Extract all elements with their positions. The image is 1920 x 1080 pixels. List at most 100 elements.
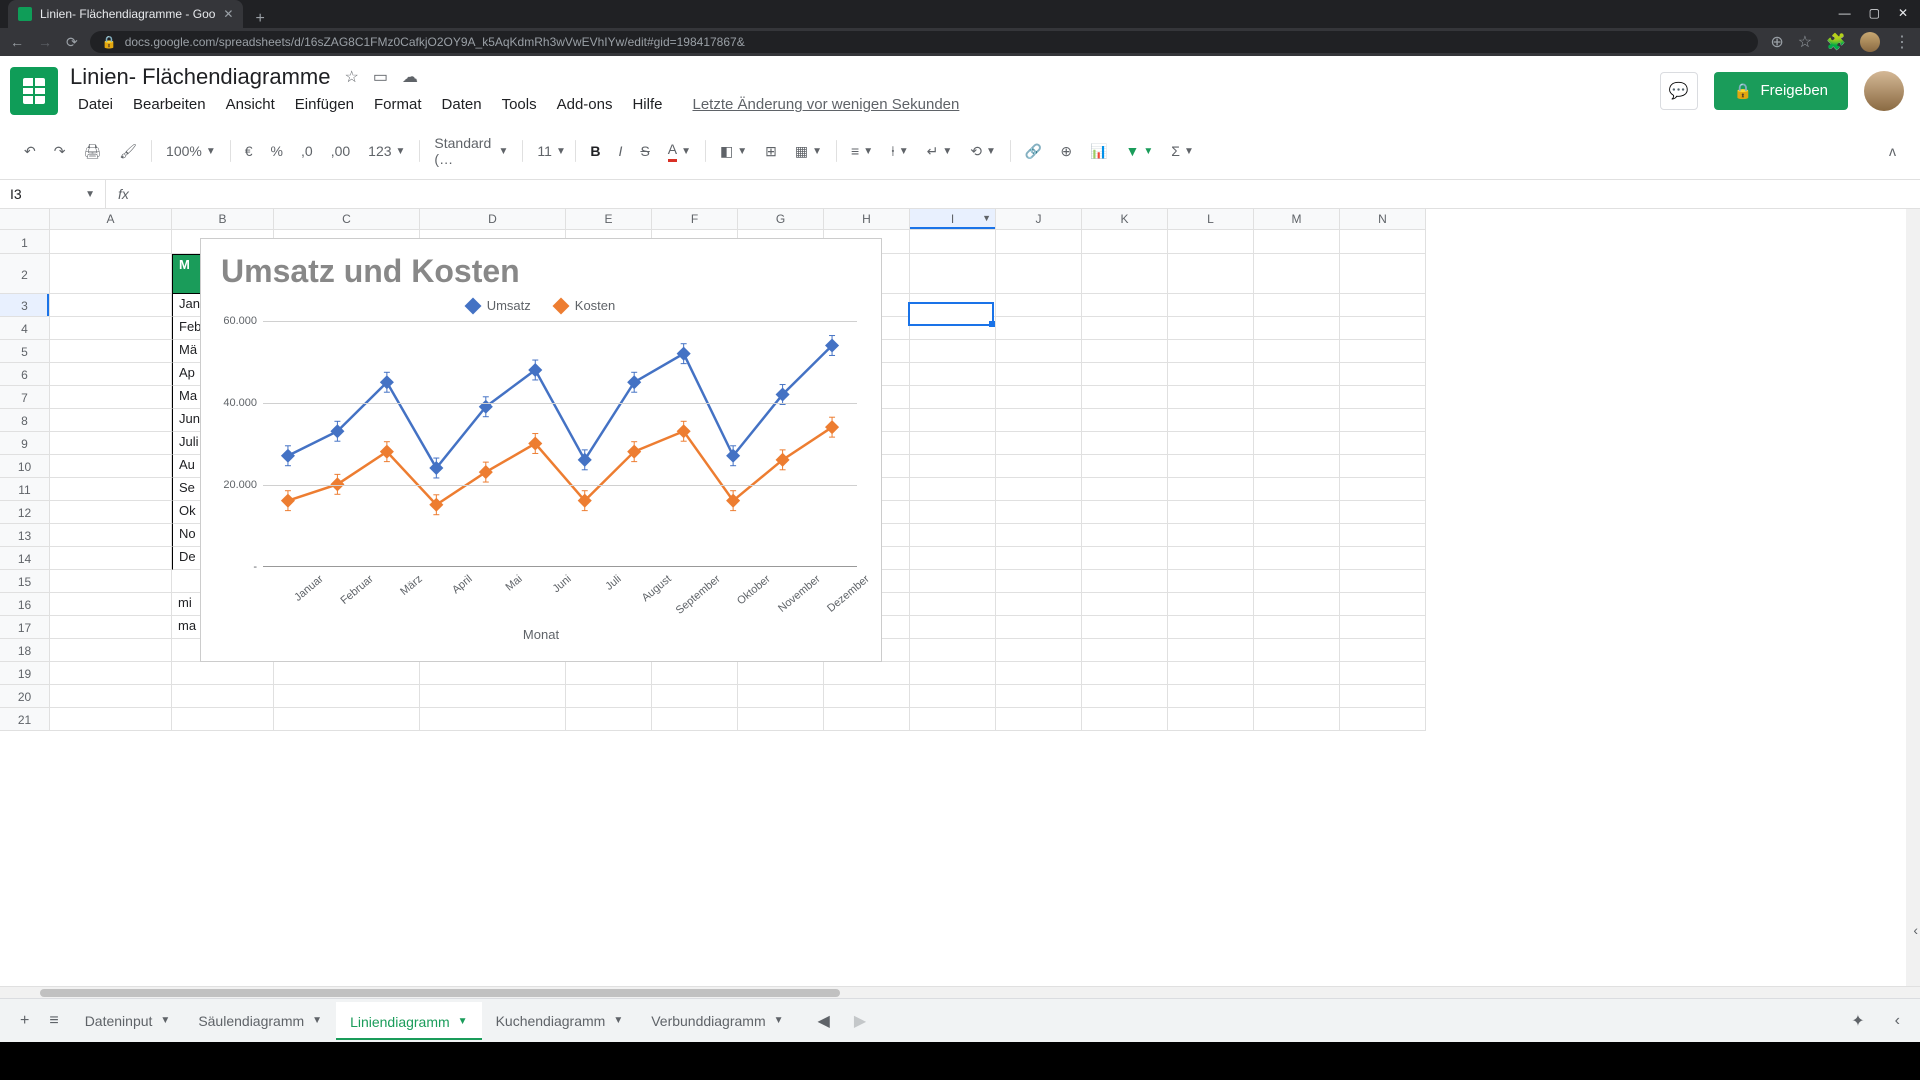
cell[interactable] <box>50 254 172 294</box>
side-panel-toggle[interactable]: ‹ <box>1913 922 1918 938</box>
cell[interactable] <box>910 639 996 662</box>
cell[interactable] <box>996 386 1082 409</box>
cell[interactable] <box>1168 455 1254 478</box>
explore-button[interactable]: ✦ <box>1843 1003 1872 1039</box>
all-sheets-button[interactable]: ≡ <box>41 1004 66 1038</box>
sheet-tab[interactable]: Säulendiagramm▼ <box>184 1002 336 1040</box>
cell[interactable] <box>1340 662 1426 685</box>
cell[interactable] <box>1082 317 1168 340</box>
cell[interactable] <box>652 662 738 685</box>
cell[interactable] <box>1340 524 1426 547</box>
cell[interactable] <box>996 685 1082 708</box>
extensions-icon[interactable]: 🧩 <box>1826 32 1846 52</box>
col-header[interactable]: L <box>1168 209 1254 230</box>
cell[interactable] <box>1082 685 1168 708</box>
cell[interactable] <box>996 616 1082 639</box>
menu-tools[interactable]: Tools <box>494 92 545 117</box>
menu-view[interactable]: Ansicht <box>218 92 283 117</box>
percent-button[interactable]: % <box>263 137 291 165</box>
row-header[interactable]: 14 <box>0 547 50 570</box>
row-header[interactable]: 18 <box>0 639 50 662</box>
cell[interactable] <box>824 662 910 685</box>
profile-avatar-small[interactable] <box>1860 32 1880 52</box>
cell[interactable] <box>50 524 172 547</box>
cell[interactable] <box>910 616 996 639</box>
forward-icon[interactable]: → <box>38 34 52 51</box>
cell[interactable] <box>1254 363 1340 386</box>
cell[interactable] <box>1168 478 1254 501</box>
col-header[interactable]: F <box>652 209 738 230</box>
cell[interactable] <box>1254 685 1340 708</box>
wrap-button[interactable]: ↵▼ <box>919 137 961 166</box>
cell[interactable] <box>1254 386 1340 409</box>
row-header[interactable]: 7 <box>0 386 50 409</box>
menu-insert[interactable]: Einfügen <box>287 92 362 117</box>
cell[interactable] <box>910 455 996 478</box>
add-sheet-button[interactable]: + <box>12 1004 37 1038</box>
cell[interactable] <box>1340 685 1426 708</box>
cell[interactable] <box>910 662 996 685</box>
cell[interactable] <box>50 639 172 662</box>
cell[interactable] <box>1082 524 1168 547</box>
cell[interactable] <box>1082 294 1168 317</box>
cell[interactable] <box>50 340 172 363</box>
cell[interactable] <box>50 363 172 386</box>
col-header[interactable]: C <box>274 209 420 230</box>
redo-button[interactable]: ↷ <box>46 137 74 166</box>
row-header[interactable]: 17 <box>0 616 50 639</box>
row-header[interactable]: 16 <box>0 593 50 616</box>
cell[interactable] <box>1340 501 1426 524</box>
share-button[interactable]: 🔒 Freigeben <box>1714 72 1848 110</box>
sheet-next-button[interactable]: ▶ <box>846 1003 874 1039</box>
cell[interactable] <box>652 685 738 708</box>
cell[interactable] <box>1082 432 1168 455</box>
cell[interactable] <box>1254 708 1340 731</box>
cell[interactable] <box>910 501 996 524</box>
profile-avatar[interactable] <box>1864 71 1904 111</box>
row-header[interactable]: 13 <box>0 524 50 547</box>
chart-insert-button[interactable]: 📊 <box>1082 137 1115 166</box>
cell[interactable] <box>1082 593 1168 616</box>
cell[interactable] <box>738 708 824 731</box>
functions-button[interactable]: Σ▼ <box>1163 137 1202 165</box>
cell[interactable] <box>1254 593 1340 616</box>
cell[interactable] <box>274 685 420 708</box>
cell[interactable] <box>1254 340 1340 363</box>
formula-input[interactable] <box>141 188 1920 200</box>
undo-button[interactable]: ↶ <box>16 137 44 166</box>
cell[interactable] <box>1340 254 1426 294</box>
cell[interactable] <box>50 547 172 570</box>
reload-icon[interactable]: ⟳ <box>66 34 78 51</box>
cell[interactable] <box>1340 616 1426 639</box>
cell[interactable] <box>824 708 910 731</box>
cell[interactable] <box>996 662 1082 685</box>
row-header[interactable]: 3 <box>0 294 50 317</box>
url-field[interactable]: 🔒 docs.google.com/spreadsheets/d/16sZAG8… <box>90 31 1759 53</box>
cell[interactable] <box>1082 662 1168 685</box>
cell[interactable] <box>1340 432 1426 455</box>
cell[interactable] <box>566 662 652 685</box>
cell[interactable] <box>1168 570 1254 593</box>
col-header[interactable]: A <box>50 209 172 230</box>
cell[interactable] <box>1082 708 1168 731</box>
cell[interactable] <box>1254 547 1340 570</box>
cell[interactable] <box>420 662 566 685</box>
row-header[interactable]: 21 <box>0 708 50 731</box>
col-header[interactable]: M <box>1254 209 1340 230</box>
cell[interactable] <box>1340 363 1426 386</box>
cell[interactable] <box>50 317 172 340</box>
maximize-icon[interactable]: ▢ <box>1869 6 1880 20</box>
font-size-select[interactable]: 11▼ <box>529 137 569 165</box>
side-panel-collapse-icon[interactable]: ‹ <box>1887 1004 1908 1038</box>
halign-button[interactable]: ≡▼ <box>843 137 881 165</box>
col-header[interactable]: D <box>420 209 566 230</box>
cell[interactable] <box>50 616 172 639</box>
menu-addons[interactable]: Add-ons <box>549 92 621 117</box>
cell[interactable] <box>1168 386 1254 409</box>
cell[interactable] <box>996 708 1082 731</box>
cell[interactable] <box>1254 317 1340 340</box>
cell[interactable] <box>50 455 172 478</box>
cell[interactable] <box>1082 639 1168 662</box>
cell[interactable] <box>1340 639 1426 662</box>
number-format-select[interactable]: 123▼ <box>360 137 413 165</box>
